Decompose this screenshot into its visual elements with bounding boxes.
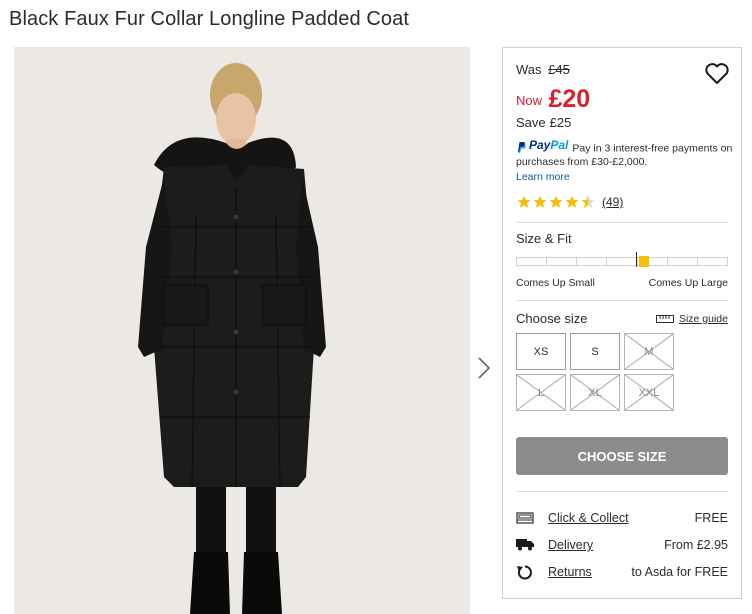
ruler-icon <box>655 315 674 323</box>
star-icon <box>581 195 595 208</box>
size-fit-segment <box>668 258 698 265</box>
save-amount: Save £25 <box>516 115 571 130</box>
size-guide-link[interactable]: Size guide <box>655 313 728 325</box>
size-fit-large-label: Comes Up Large <box>648 277 728 289</box>
save-amount-value: £25 <box>549 115 572 130</box>
size-fit-segment <box>607 258 638 265</box>
divider <box>516 300 728 301</box>
delivery-option: Delivery From £2.95 <box>516 537 728 555</box>
paypal-logo-pay: Pay <box>529 138 551 152</box>
paypal-learn-more-link[interactable]: Learn more <box>516 171 738 184</box>
paypal-icon <box>518 141 526 153</box>
size-option-m[interactable]: M <box>624 333 674 370</box>
size-option-label: XS <box>533 345 549 358</box>
paypal-logo-pal: Pal <box>550 138 569 152</box>
size-fit-segment <box>577 258 608 265</box>
size-fit-scale <box>516 257 728 266</box>
size-fit-segment <box>547 258 578 265</box>
paypal-logo: Pay Pal <box>516 138 569 153</box>
size-fit-small-label: Comes Up Small <box>516 277 595 289</box>
size-option-xxl[interactable]: XXL <box>624 374 674 411</box>
star-icon <box>565 195 579 208</box>
click-collect-value: FREE <box>694 511 728 525</box>
size-option-xl[interactable]: XL <box>570 374 620 411</box>
size-option-s[interactable]: S <box>570 333 620 370</box>
size-fit-segment <box>517 258 548 265</box>
delivery-link[interactable]: Delivery <box>548 538 593 552</box>
product-title: Black Faux Fur Collar Longline Padded Co… <box>9 8 409 30</box>
paypal-promo: Pay Pal Pay in 3 interest-free payments o… <box>516 139 738 184</box>
was-price: Was £45 <box>516 62 570 77</box>
next-image-chevron-icon[interactable] <box>474 354 494 382</box>
returns-option: Returns to Asda for FREE <box>516 564 728 582</box>
was-price-value: £45 <box>548 62 570 77</box>
rating-stars <box>516 195 596 209</box>
size-fit-title: Size & Fit <box>516 231 572 246</box>
delivery-value: From £2.95 <box>664 538 728 552</box>
size-option-label: XL <box>588 386 602 399</box>
now-price: Now £20 <box>516 83 591 113</box>
product-purchase-panel: Was £45 Now £20 Save £25 Pay Pal Pay in 3 … <box>502 47 742 599</box>
size-fit-center-tick <box>635 252 637 267</box>
save-label: Save <box>516 115 546 130</box>
choose-size-button[interactable]: CHOOSE SIZE <box>516 437 728 475</box>
size-fit-marker <box>638 256 649 267</box>
now-price-value: £20 <box>548 85 591 113</box>
review-count-link[interactable]: (49) <box>602 195 623 209</box>
truck-icon <box>516 539 534 551</box>
size-option-xs[interactable]: XS <box>516 333 566 370</box>
store-icon <box>516 512 534 524</box>
product-rating[interactable]: (49) <box>516 195 623 209</box>
divider <box>516 491 728 492</box>
wishlist-heart-icon[interactable] <box>704 62 730 86</box>
returns-link[interactable]: Returns <box>548 565 592 579</box>
star-icon <box>549 195 563 208</box>
size-option-label: L <box>537 386 545 399</box>
size-option-label: XXL <box>638 386 660 399</box>
was-label: Was <box>516 62 542 77</box>
divider <box>516 222 728 223</box>
size-option-l[interactable]: L <box>516 374 566 411</box>
size-option-label: S <box>591 345 599 358</box>
size-option-label: M <box>644 345 654 358</box>
choose-size-title: Choose size <box>516 311 588 326</box>
size-guide-label: Size guide <box>678 313 728 325</box>
model-wearing-coat-illustration <box>14 47 470 614</box>
returns-icon <box>517 565 532 580</box>
click-collect-link[interactable]: Click & Collect <box>548 511 629 525</box>
star-icon <box>533 195 547 208</box>
product-image[interactable] <box>14 47 470 614</box>
returns-value: to Asda for FREE <box>631 565 728 579</box>
click-collect-option: Click & Collect FREE <box>516 510 728 528</box>
size-fit-segment <box>698 258 727 265</box>
now-label: Now <box>516 93 543 108</box>
star-icon <box>517 195 531 208</box>
